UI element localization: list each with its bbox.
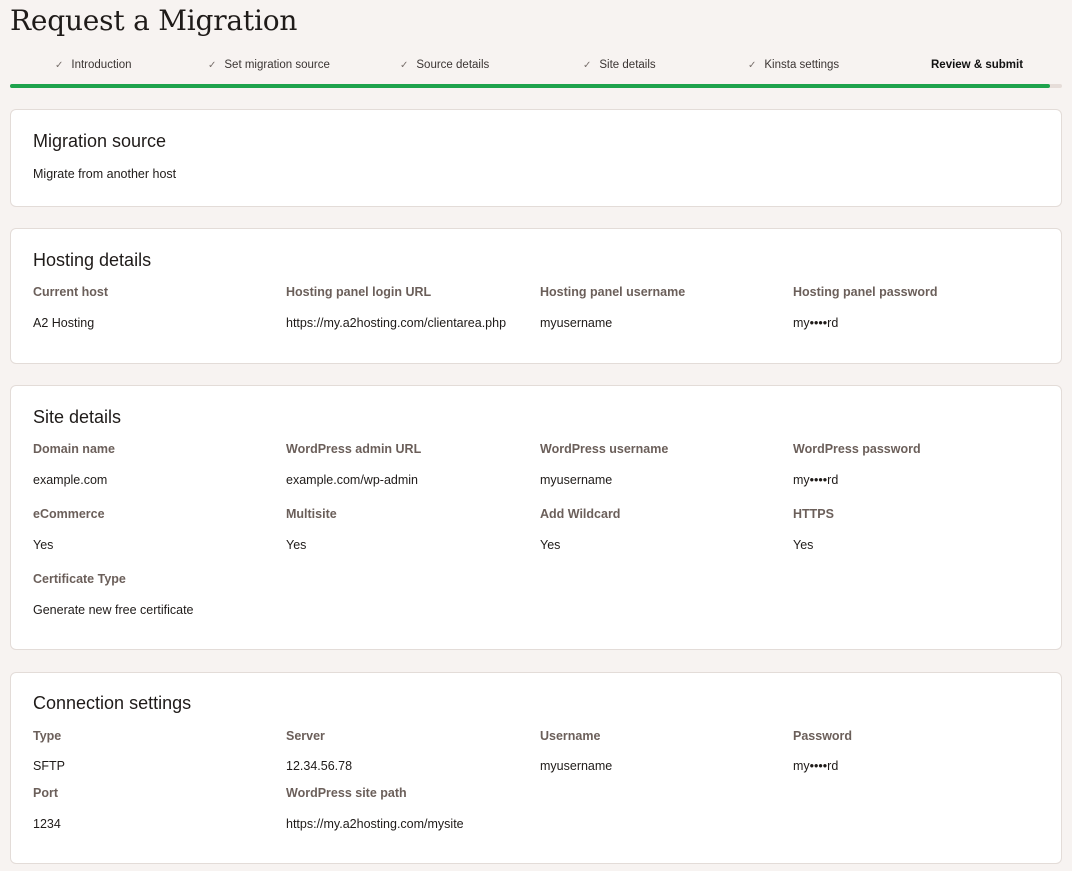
progress-bar xyxy=(10,84,1062,88)
field-label: Hosting panel password xyxy=(793,285,938,299)
field-value: SFTP xyxy=(33,759,65,773)
field-value: myusername xyxy=(540,473,613,487)
progress-bar-fill xyxy=(10,84,1051,88)
step-introduction[interactable]: ✓ Introduction xyxy=(55,59,132,71)
field-value: my••••rd xyxy=(793,473,839,487)
check-icon: ✓ xyxy=(400,59,409,71)
migration-source-value: Migrate from another host xyxy=(33,167,177,181)
field-label: HTTPS xyxy=(793,507,834,521)
step-review-submit[interactable]: Review & submit xyxy=(931,59,1023,71)
step-set-migration-source[interactable]: ✓ Set migration source xyxy=(208,59,330,71)
hosting-details-card: Hosting details Current host A2 Hosting … xyxy=(10,228,1062,364)
stepper: ✓ Introduction ✓ Set migration source ✓ … xyxy=(10,54,1062,90)
card-title: Hosting details xyxy=(33,250,152,270)
field-label: eCommerce xyxy=(33,507,105,521)
field-value: Yes xyxy=(286,538,307,552)
check-icon: ✓ xyxy=(748,59,757,71)
page-title: Request a Migration xyxy=(10,4,298,37)
card-title: Site details xyxy=(33,407,122,427)
field-value: Yes xyxy=(33,538,54,552)
field-label: Username xyxy=(540,729,601,743)
step-kinsta-settings[interactable]: ✓ Kinsta settings xyxy=(748,59,839,71)
field-value: https://my.a2hosting.com/clientarea.php xyxy=(286,316,507,330)
field-value: example.com/wp-admin xyxy=(286,473,418,487)
step-source-details[interactable]: ✓ Source details xyxy=(400,59,489,71)
field-value: 1234 xyxy=(33,817,61,831)
field-label: Add Wildcard xyxy=(540,507,621,521)
field-label: WordPress username xyxy=(540,442,669,456)
field-value: myusername xyxy=(540,316,613,330)
field-label: WordPress site path xyxy=(286,786,407,800)
step-label: Introduction xyxy=(71,59,132,71)
step-label: Review & submit xyxy=(931,59,1024,71)
field-value: Yes xyxy=(540,538,561,552)
connection-settings-card: Connection settings Type SFTP Server 12.… xyxy=(10,672,1062,864)
step-label: Site details xyxy=(599,59,656,71)
field-label: Hosting panel username xyxy=(540,285,686,299)
field-label: Domain name xyxy=(33,442,115,456)
step-label: Kinsta settings xyxy=(764,59,840,71)
check-icon: ✓ xyxy=(583,59,592,71)
field-label: Certificate Type xyxy=(33,572,126,586)
field-label: WordPress admin URL xyxy=(286,442,422,456)
step-site-details[interactable]: ✓ Site details xyxy=(583,59,656,71)
field-label: Port xyxy=(33,786,58,800)
field-value: 12.34.56.78 xyxy=(286,759,353,773)
field-value: example.com xyxy=(33,473,108,487)
step-label: Set migration source xyxy=(224,59,330,71)
card-title: Migration source xyxy=(33,131,167,151)
step-label: Source details xyxy=(416,59,490,71)
field-value: Yes xyxy=(793,538,814,552)
check-icon: ✓ xyxy=(55,59,64,71)
field-label: Multisite xyxy=(286,507,337,521)
field-value: myusername xyxy=(540,759,613,773)
check-icon: ✓ xyxy=(208,59,217,71)
field-value: https://my.a2hosting.com/mysite xyxy=(286,817,464,831)
field-label: Server xyxy=(286,729,325,743)
field-value: Generate new free certificate xyxy=(33,603,194,617)
field-label: Type xyxy=(33,729,62,743)
site-details-card: Site details Domain name example.com Wor… xyxy=(10,385,1062,650)
field-label: WordPress password xyxy=(793,442,921,456)
field-value: A2 Hosting xyxy=(33,316,95,330)
field-label: Hosting panel login URL xyxy=(286,285,432,299)
field-label: Current host xyxy=(33,285,108,299)
field-label: Password xyxy=(793,729,853,743)
field-value: my••••rd xyxy=(793,759,839,773)
migration-source-card: Migration source Migrate from another ho… xyxy=(10,109,1062,207)
card-title: Connection settings xyxy=(33,693,192,713)
field-value: my••••rd xyxy=(793,316,839,330)
